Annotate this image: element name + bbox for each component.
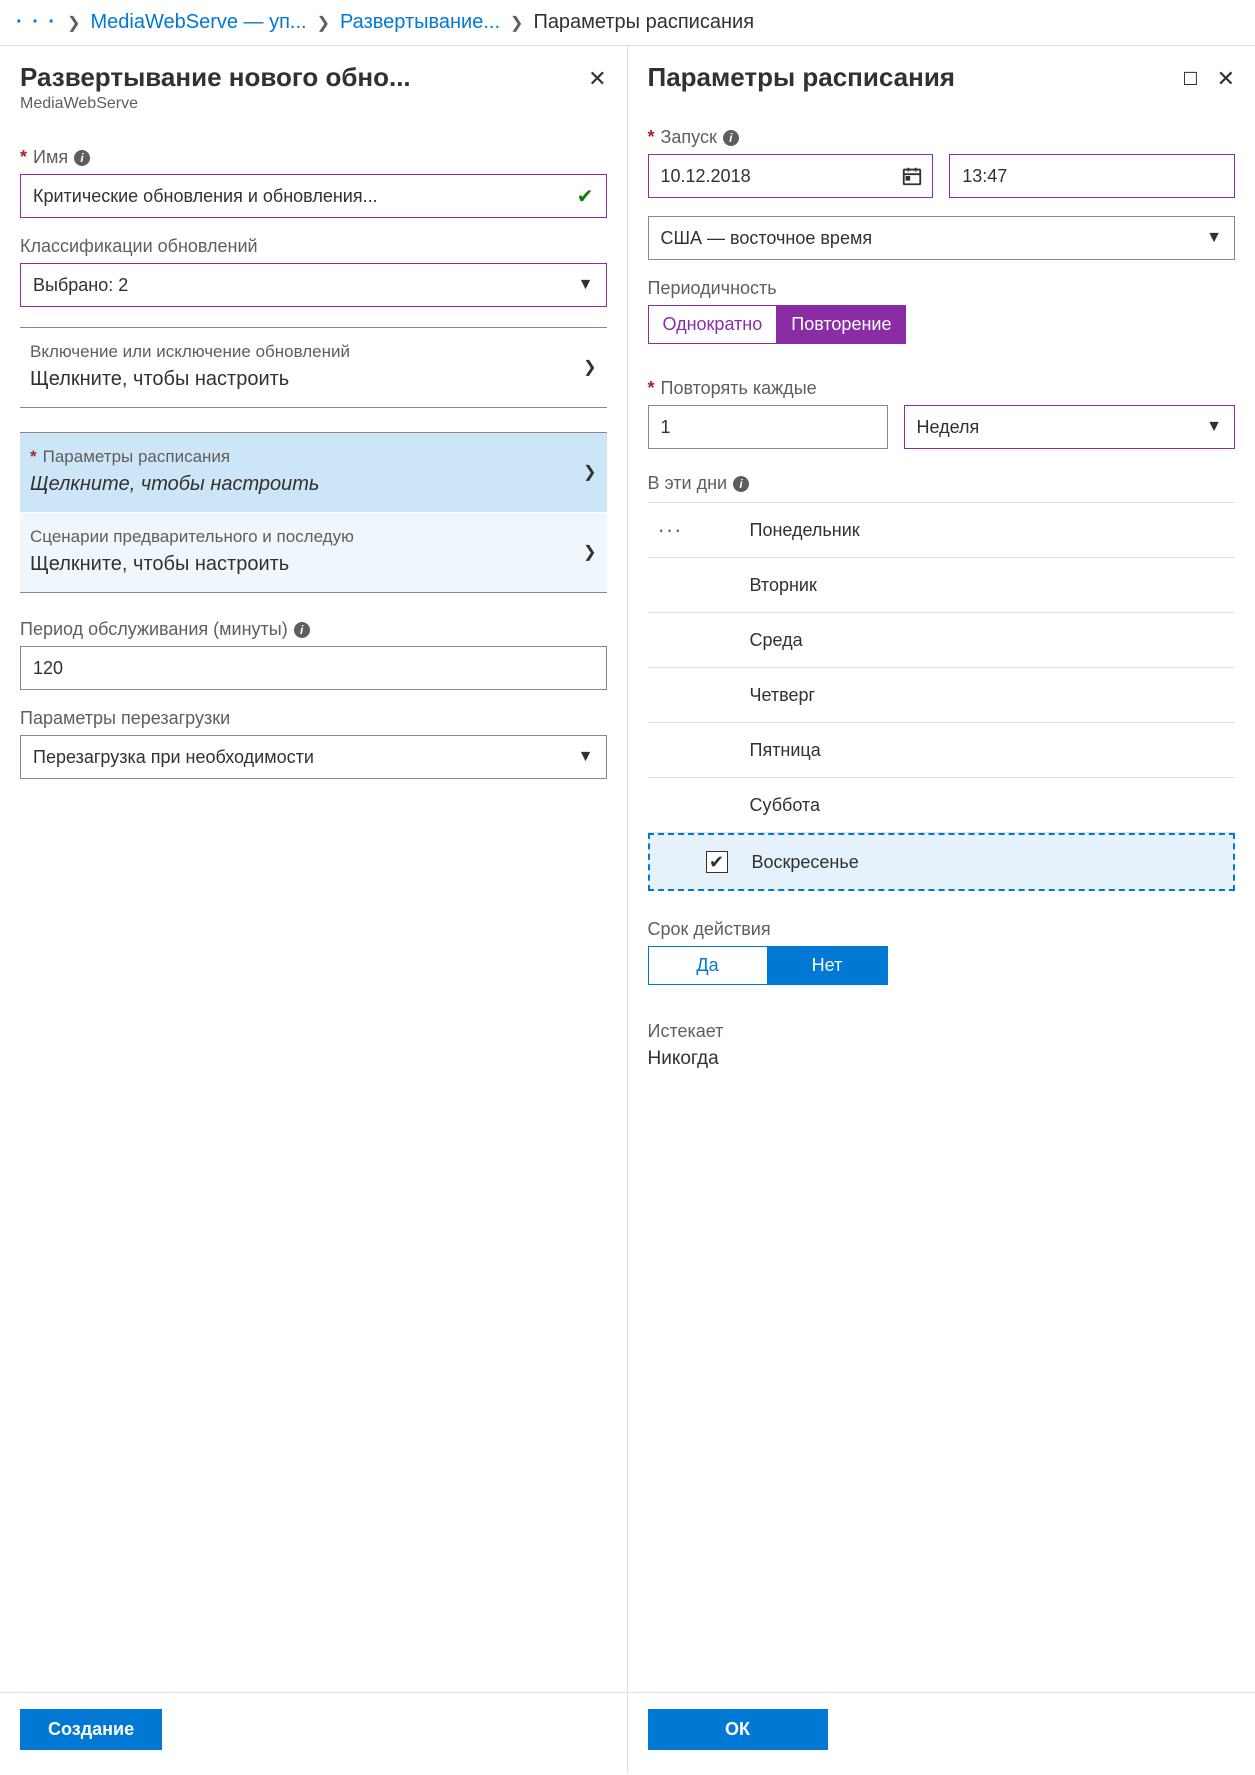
reboot-label: Параметры перезагрузки [20, 708, 607, 729]
chevron-down-icon: ▼ [578, 748, 594, 766]
calendar-icon[interactable] [901, 165, 923, 187]
day-row-sunday[interactable]: ··· ✔ Воскресенье [648, 833, 1236, 891]
breadcrumb-item-1[interactable]: MediaWebServe — уп... [91, 11, 307, 34]
chevron-right-icon: ❯ [583, 357, 596, 377]
name-label: * Имя i [20, 147, 607, 168]
recurrence-once-button[interactable]: Однократно [648, 305, 778, 344]
info-icon[interactable]: i [733, 476, 749, 492]
expiration-label: Срок действия [648, 919, 1236, 940]
repeat-every-input[interactable] [648, 405, 888, 449]
chevron-right-icon: ❯ [510, 13, 523, 33]
create-button[interactable]: Создание [20, 1709, 162, 1750]
recurrence-label: Периодичность [648, 278, 1236, 299]
expiration-toggle: Да Нет [648, 946, 1236, 985]
expiration-yes-button[interactable]: Да [648, 946, 768, 985]
name-input[interactable]: Критические обновления и обновления... ✔ [20, 174, 607, 218]
day-row-wednesday[interactable]: ··· Среда [648, 613, 1236, 668]
checkbox-checked-icon[interactable]: ✔ [706, 851, 728, 873]
more-icon: ··· [658, 517, 704, 543]
expiration-no-button[interactable]: Нет [768, 946, 888, 985]
recurrence-toggle: Однократно Повторение [648, 305, 1236, 344]
scripts-section[interactable]: Сценарии предварительного и последую Щел… [20, 512, 607, 592]
info-icon[interactable]: i [294, 622, 310, 638]
panel-title: Параметры расписания [648, 62, 1183, 93]
schedule-settings-section[interactable]: *Параметры расписания Щелкните, чтобы на… [20, 433, 607, 512]
info-icon[interactable]: i [723, 130, 739, 146]
maintenance-input[interactable] [20, 646, 607, 690]
include-exclude-section[interactable]: Включение или исключение обновлений Щелк… [20, 328, 607, 407]
classifications-label: Классификации обновлений [20, 236, 607, 257]
info-icon[interactable]: i [74, 150, 90, 166]
breadcrumb-item-2[interactable]: Развертывание... [340, 11, 500, 34]
day-row-tuesday[interactable]: ··· Вторник [648, 558, 1236, 613]
timezone-dropdown[interactable]: США — восточное время ▼ [648, 216, 1236, 260]
expires-label: Истекает [648, 1021, 1236, 1042]
chevron-down-icon: ▼ [1206, 229, 1222, 247]
start-label: * Запуск i [648, 127, 1236, 148]
day-row-thursday[interactable]: ··· Четверг [648, 668, 1236, 723]
close-icon[interactable]: ✕ [1217, 68, 1235, 90]
close-icon[interactable]: ✕ [588, 68, 606, 90]
day-row-monday[interactable]: ··· Понедельник [648, 502, 1236, 558]
chevron-right-icon: ❯ [583, 542, 596, 562]
panel-title: Развертывание нового обно... [20, 62, 588, 93]
chevron-right-icon: ❯ [583, 462, 596, 482]
reboot-dropdown[interactable]: Перезагрузка при необходимости ▼ [20, 735, 607, 779]
ok-button[interactable]: ОК [648, 1709, 828, 1750]
maximize-icon[interactable]: ☐ [1182, 70, 1198, 88]
breadcrumb-more-icon[interactable]: · · · [16, 11, 57, 34]
recurrence-repeat-button[interactable]: Повторение [777, 305, 906, 344]
panel-subtitle: MediaWebServe [20, 95, 588, 113]
day-row-saturday[interactable]: ··· Суббота [648, 778, 1236, 833]
classifications-dropdown[interactable]: Выбрано: 2 ▼ [20, 263, 607, 307]
start-time-input[interactable]: 13:47 [949, 154, 1235, 198]
repeat-every-label: * Повторять каждые [648, 378, 1236, 399]
expires-value: Никогда [648, 1048, 1236, 1070]
repeat-unit-dropdown[interactable]: Неделя ▼ [904, 405, 1236, 449]
schedule-panel: Параметры расписания ☐ ✕ * Запуск i 10.1… [628, 46, 1255, 1774]
breadcrumb: · · · ❯ MediaWebServe — уп... ❯ Разверты… [0, 0, 1255, 46]
chevron-right-icon: ❯ [317, 13, 330, 33]
day-row-friday[interactable]: ··· Пятница [648, 723, 1236, 778]
start-date-input[interactable]: 10.12.2018 [648, 154, 934, 198]
chevron-down-icon: ▼ [1206, 418, 1222, 436]
chevron-down-icon: ▼ [578, 276, 594, 294]
deployment-panel: Развертывание нового обно... MediaWebSer… [0, 46, 628, 1774]
breadcrumb-item-current: Параметры расписания [533, 11, 754, 34]
days-label: В эти дни i [648, 473, 1236, 494]
chevron-right-icon: ❯ [67, 13, 80, 33]
check-icon: ✔ [577, 184, 594, 209]
maintenance-label: Период обслуживания (минуты) i [20, 619, 607, 640]
